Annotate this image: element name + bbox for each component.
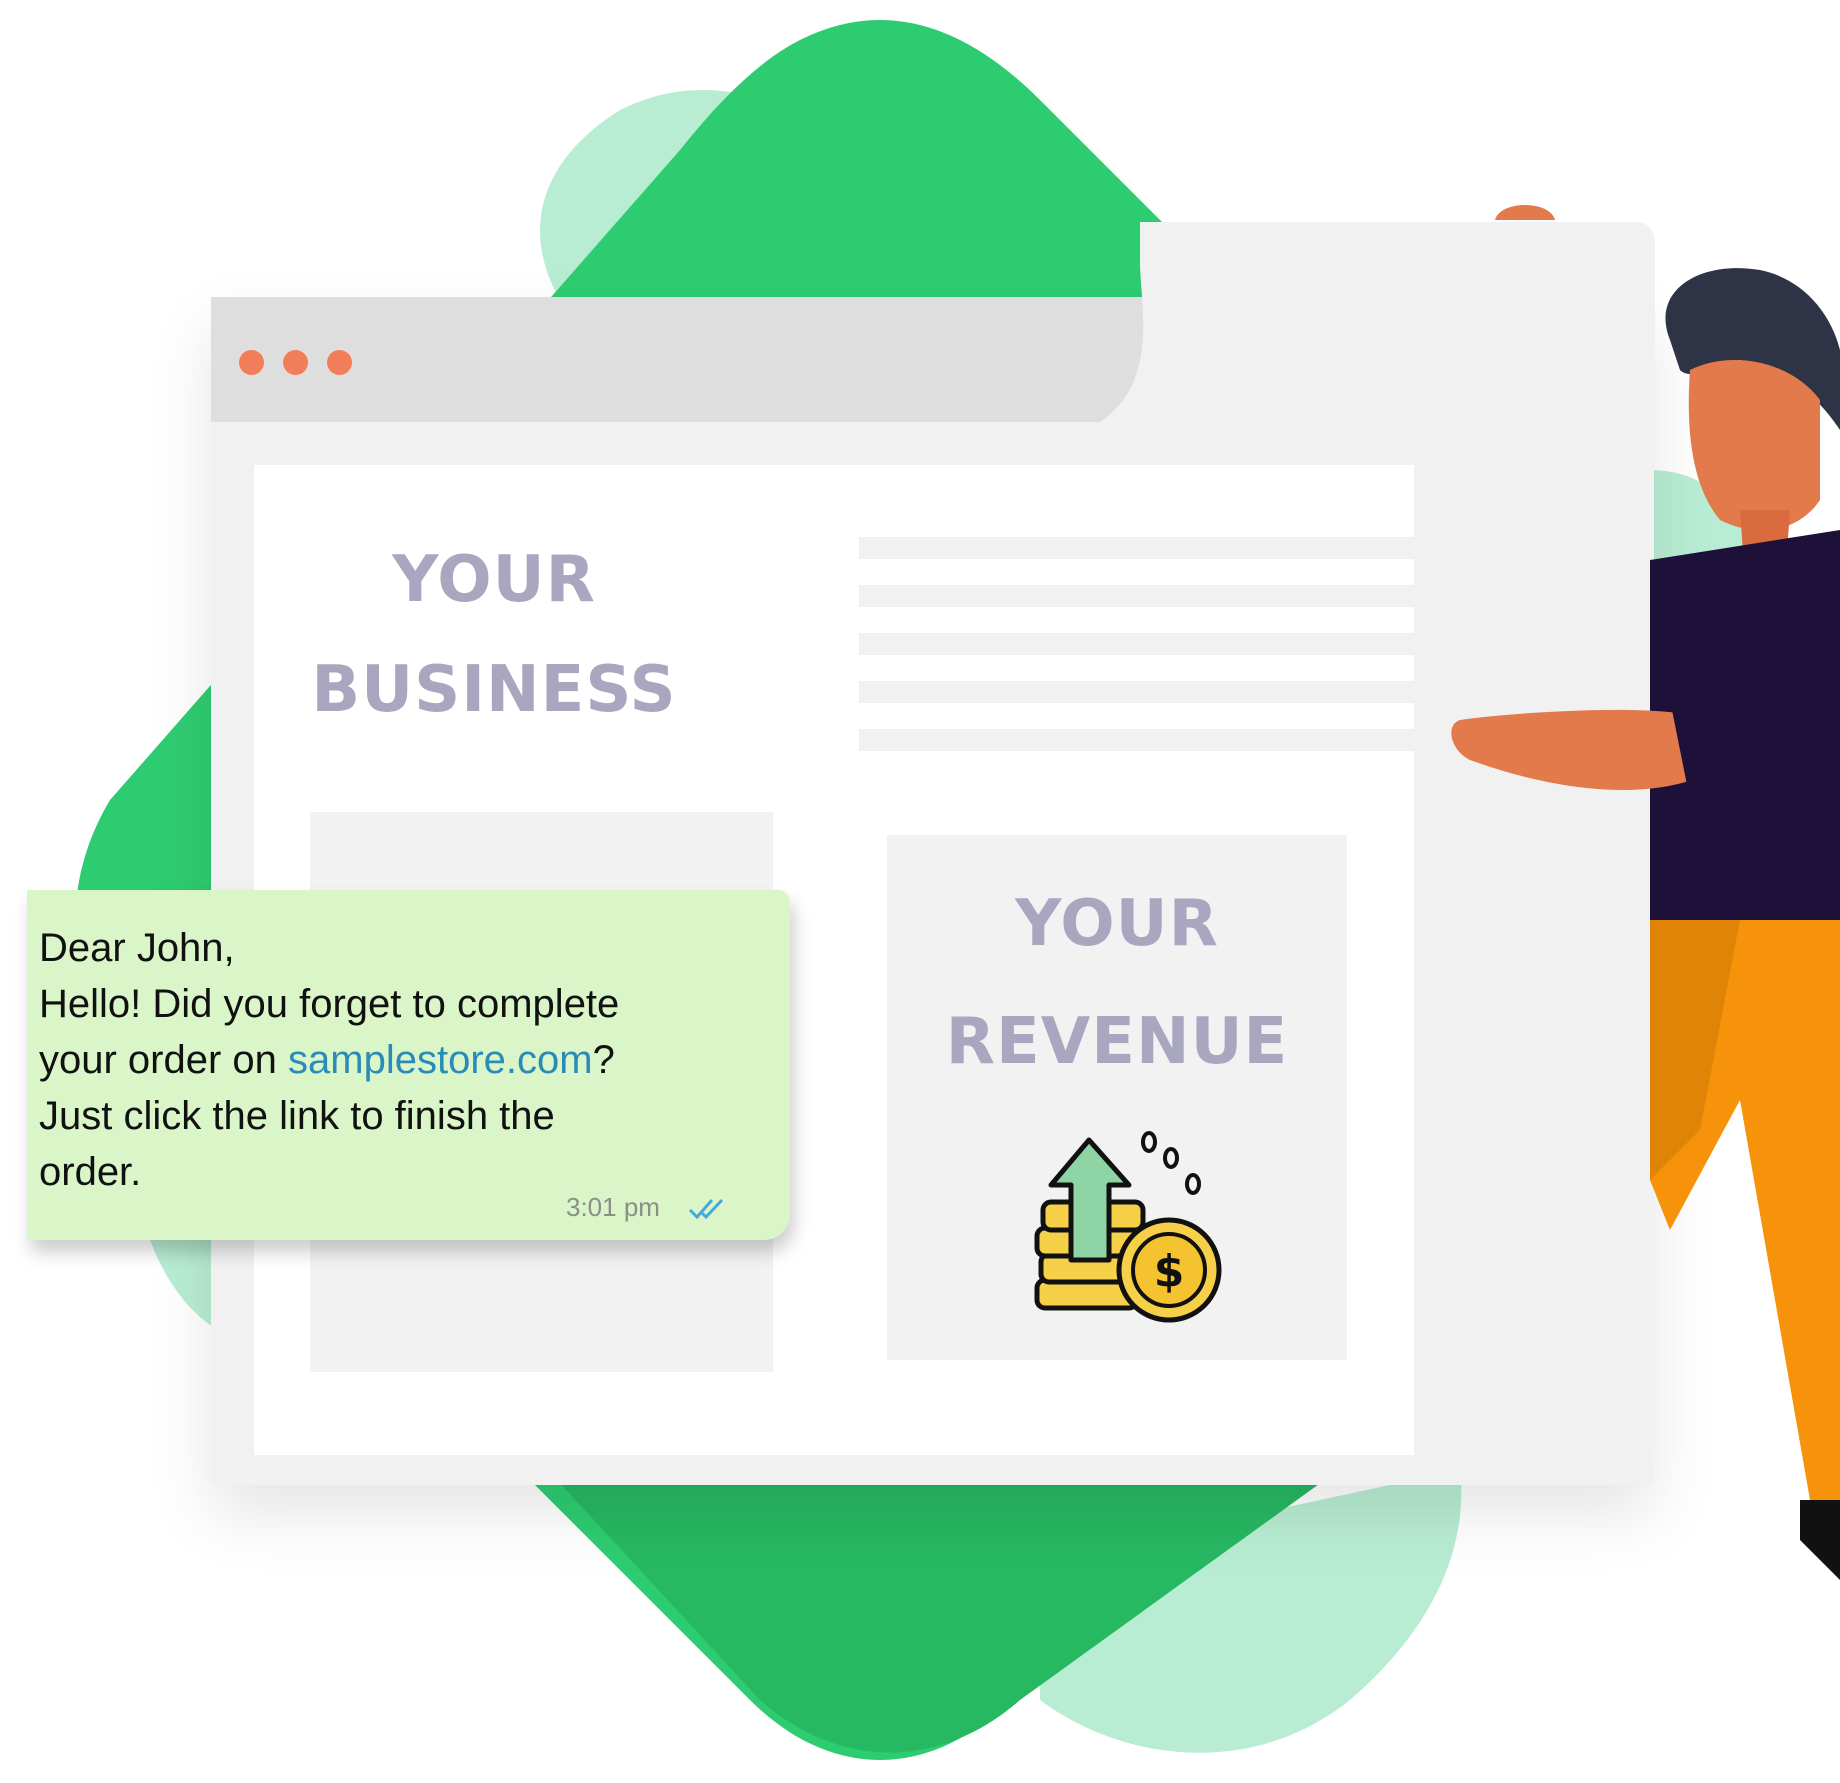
revenue-heading-line2: REVENUE — [945, 1005, 1289, 1079]
message-line-2-suffix: ? — [592, 1038, 615, 1082]
message-line-3: Just click the link to finish the — [39, 1094, 555, 1138]
message-line-2-prefix: your order on — [39, 1038, 289, 1082]
placeholder-line — [859, 537, 1414, 559]
message-text: Dear John, Hello! Did you forget to comp… — [39, 920, 739, 1200]
window-dot-green — [327, 350, 352, 375]
revenue-card: YOUR REVENUE $ — [887, 835, 1347, 1360]
window-dot-yellow — [283, 350, 308, 375]
store-link[interactable]: samplestore.com — [288, 1038, 593, 1082]
presenting-person-illustration — [1451, 205, 1840, 1580]
double-check-icon — [688, 1198, 724, 1220]
svg-text:$: $ — [1154, 1246, 1185, 1297]
revenue-heading: YOUR REVENUE — [887, 865, 1347, 1101]
message-time: 3:01 pm — [566, 1192, 660, 1222]
placeholder-line — [859, 633, 1414, 655]
placeholder-line — [859, 585, 1414, 607]
message-line-1: Hello! Did you forget to complete — [39, 982, 620, 1026]
revenue-heading-line1: YOUR — [1015, 887, 1219, 961]
business-heading-line1: YOUR — [392, 543, 596, 617]
placeholder-line — [859, 681, 1414, 703]
revenue-coins-arrow-icon: $ — [1034, 1131, 1222, 1323]
window-dot-red — [239, 350, 264, 375]
business-heading-line2: BUSINESS — [311, 653, 677, 727]
business-heading: YOUR BUSINESS — [274, 525, 714, 745]
placeholder-line — [859, 729, 1414, 751]
message-greeting: Dear John, — [39, 926, 235, 970]
message-line-2: your order on samplestore.com? — [39, 1032, 739, 1088]
